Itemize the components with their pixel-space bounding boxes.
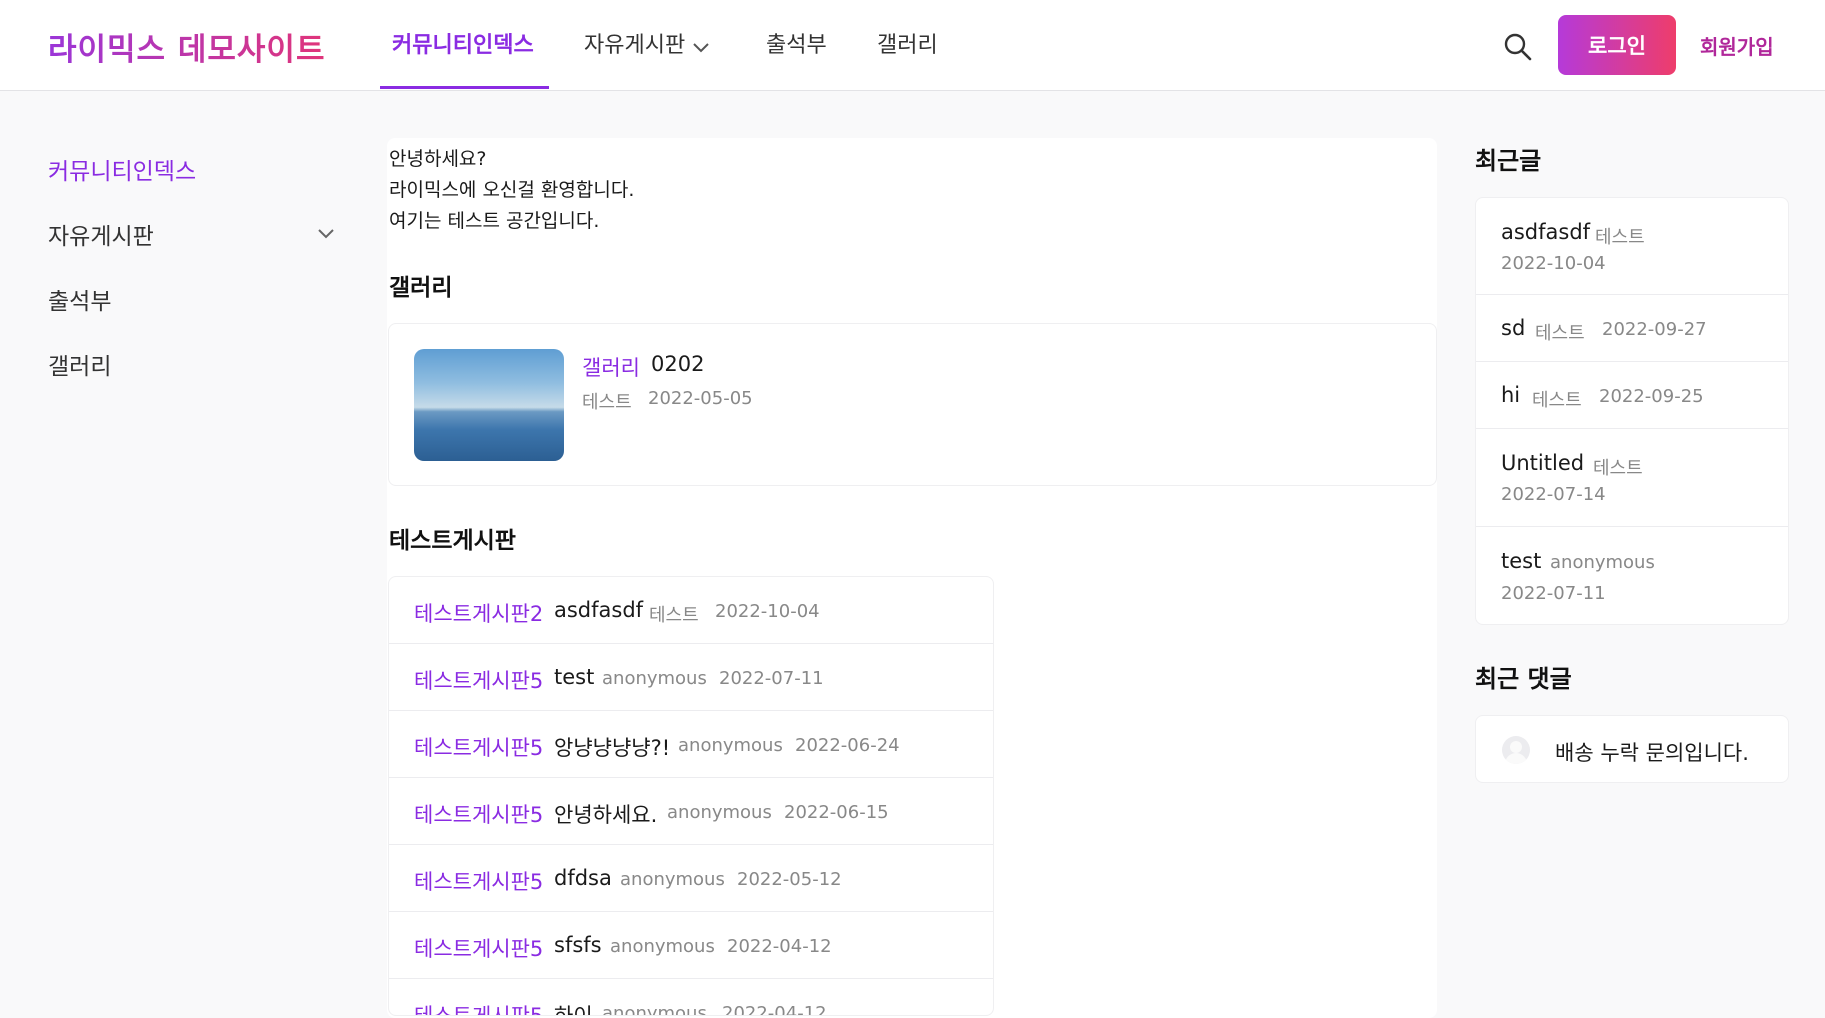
recent-comment-card[interactable]: 배송 누락 문의입니다. — [1475, 715, 1789, 783]
post-board[interactable]: 테스트게시판5 — [414, 933, 543, 963]
post-date: 2022-04-12 — [727, 936, 832, 957]
recent-post-date: 2022-07-14 — [1501, 484, 1606, 505]
post-board[interactable]: 테스트게시판5 — [414, 665, 543, 695]
list-item[interactable]: asdfasdf 테스트 2022-10-04 — [1476, 198, 1788, 295]
gallery-section-title: 갤러리 — [389, 275, 453, 301]
sidebar-item-gallery[interactable]: 갤러리 — [48, 347, 111, 381]
gallery-item-author: 테스트 — [582, 392, 632, 413]
recent-post-date: 2022-09-27 — [1602, 319, 1707, 340]
recent-post-title[interactable]: sd — [1501, 316, 1525, 340]
signup-link[interactable]: 회원가입 — [1700, 31, 1774, 60]
intro-text-line: 라이믹스에 오신걸 환영합니다. — [389, 179, 635, 201]
recent-post-title[interactable]: hi — [1501, 383, 1520, 407]
list-item[interactable]: sd 테스트 2022-09-27 — [1476, 295, 1788, 362]
recent-post-author: anonymous — [1550, 552, 1655, 573]
post-date: 2022-04-12 — [722, 1003, 827, 1016]
post-board[interactable]: 테스트게시판5 — [414, 732, 543, 762]
recent-posts-card: asdfasdf 테스트 2022-10-04 sd 테스트 2022-09-2… — [1475, 197, 1789, 625]
intro-text-line: 여기는 테스트 공간입니다. — [389, 210, 600, 232]
list-item[interactable]: hi 테스트 2022-09-25 — [1476, 362, 1788, 429]
recent-post-author: 테스트 — [1593, 458, 1643, 479]
recent-post-author: 테스트 — [1532, 390, 1582, 411]
recent-post-date: 2022-10-04 — [1501, 253, 1606, 274]
nav-attendance[interactable]: 출석부 — [766, 0, 827, 91]
board-section-title: 테스트게시판 — [389, 528, 516, 554]
gallery-item-date: 2022-05-05 — [648, 388, 753, 409]
recent-post-author: 테스트 — [1535, 323, 1585, 344]
post-title[interactable]: test — [554, 665, 594, 689]
sidebar-item-free-board[interactable]: 자유게시판 — [48, 217, 154, 251]
list-item[interactable]: 테스트게시판5 하이 anonymous 2022-04-12 — [389, 979, 993, 1016]
nav-community-index[interactable]: 커뮤니티인덱스 — [392, 0, 534, 91]
post-board[interactable]: 테스트게시판2 — [414, 598, 543, 628]
post-list: 테스트게시판2 asdfasdf 테스트 2022-10-04 테스트게시판5 … — [388, 576, 994, 1016]
chevron-down-icon[interactable] — [318, 224, 334, 243]
nav-active-indicator — [380, 86, 549, 89]
post-board[interactable]: 테스트게시판5 — [414, 1000, 543, 1015]
sidebar-item-community-index[interactable]: 커뮤니티인덱스 — [48, 152, 196, 186]
post-title[interactable]: 앙냥냥냥냥?! — [554, 732, 670, 762]
post-author: anonymous — [678, 735, 783, 756]
post-date: 2022-07-11 — [719, 668, 824, 689]
recent-post-title[interactable]: test — [1501, 549, 1541, 573]
avatar — [1502, 736, 1530, 764]
intro-text-line: 안녕하세요? — [389, 148, 487, 170]
list-item[interactable]: 테스트게시판5 앙냥냥냥냥?! anonymous 2022-06-24 — [389, 711, 993, 778]
sidebar-item-attendance[interactable]: 출석부 — [48, 282, 111, 316]
post-title[interactable]: dfdsa — [554, 866, 612, 890]
list-item[interactable]: test anonymous 2022-07-11 — [1476, 527, 1788, 624]
post-author: anonymous — [610, 936, 715, 957]
list-item[interactable]: 테스트게시판5 sfsfs anonymous 2022-04-12 — [389, 912, 993, 979]
gallery-item-board[interactable]: 갤러리 — [582, 352, 640, 382]
recent-post-date: 2022-09-25 — [1599, 386, 1704, 407]
post-date: 2022-06-24 — [795, 735, 900, 756]
post-title[interactable]: 하이 — [554, 1000, 593, 1015]
post-date: 2022-10-04 — [715, 601, 820, 622]
list-item[interactable]: 테스트게시판5 test anonymous 2022-07-11 — [389, 644, 993, 711]
list-item[interactable]: 테스트게시판5 안녕하세요. anonymous 2022-06-15 — [389, 778, 993, 845]
post-date: 2022-05-12 — [737, 869, 842, 890]
post-date: 2022-06-15 — [784, 802, 889, 823]
post-author: anonymous — [667, 802, 772, 823]
post-author: anonymous — [602, 668, 707, 689]
post-board[interactable]: 테스트게시판5 — [414, 866, 543, 896]
list-item[interactable]: 테스트게시판2 asdfasdf 테스트 2022-10-04 — [389, 577, 993, 644]
recent-post-author: 테스트 — [1595, 227, 1645, 248]
top-header: 라이믹스 데모사이트 커뮤니티인덱스 자유게시판 출석부 갤러리 로그인 회원가… — [0, 0, 1825, 91]
recent-post-title[interactable]: Untitled — [1501, 451, 1584, 475]
nav-free-board[interactable]: 자유게시판 — [584, 0, 709, 91]
site-logo[interactable]: 라이믹스 데모사이트 — [48, 24, 325, 69]
recent-post-title[interactable]: asdfasdf — [1501, 220, 1590, 244]
post-author: 테스트 — [649, 605, 699, 626]
post-board[interactable]: 테스트게시판5 — [414, 799, 543, 829]
chevron-down-icon — [693, 1, 709, 92]
search-icon[interactable] — [1503, 32, 1533, 62]
post-title[interactable]: 안녕하세요. — [554, 799, 657, 829]
gallery-thumbnail[interactable] — [414, 349, 564, 461]
login-button[interactable]: 로그인 — [1558, 15, 1676, 75]
list-item[interactable]: Untitled 테스트 2022-07-14 — [1476, 429, 1788, 527]
post-author: anonymous — [620, 869, 725, 890]
list-item[interactable]: 테스트게시판5 dfdsa anonymous 2022-05-12 — [389, 845, 993, 912]
recent-comments-title: 최근 댓글 — [1475, 665, 1572, 693]
post-author: anonymous — [602, 1003, 707, 1016]
recent-comment-text[interactable]: 배송 누락 문의입니다. — [1555, 737, 1749, 767]
recent-posts-title: 최근글 — [1475, 147, 1542, 175]
post-title[interactable]: sfsfs — [554, 933, 602, 957]
recent-post-date: 2022-07-11 — [1501, 583, 1606, 604]
nav-gallery[interactable]: 갤러리 — [877, 0, 938, 91]
post-title[interactable]: asdfasdf — [554, 598, 643, 622]
nav-free-board-label: 자유게시판 — [584, 33, 686, 58]
gallery-item-title[interactable]: 0202 — [651, 352, 704, 376]
